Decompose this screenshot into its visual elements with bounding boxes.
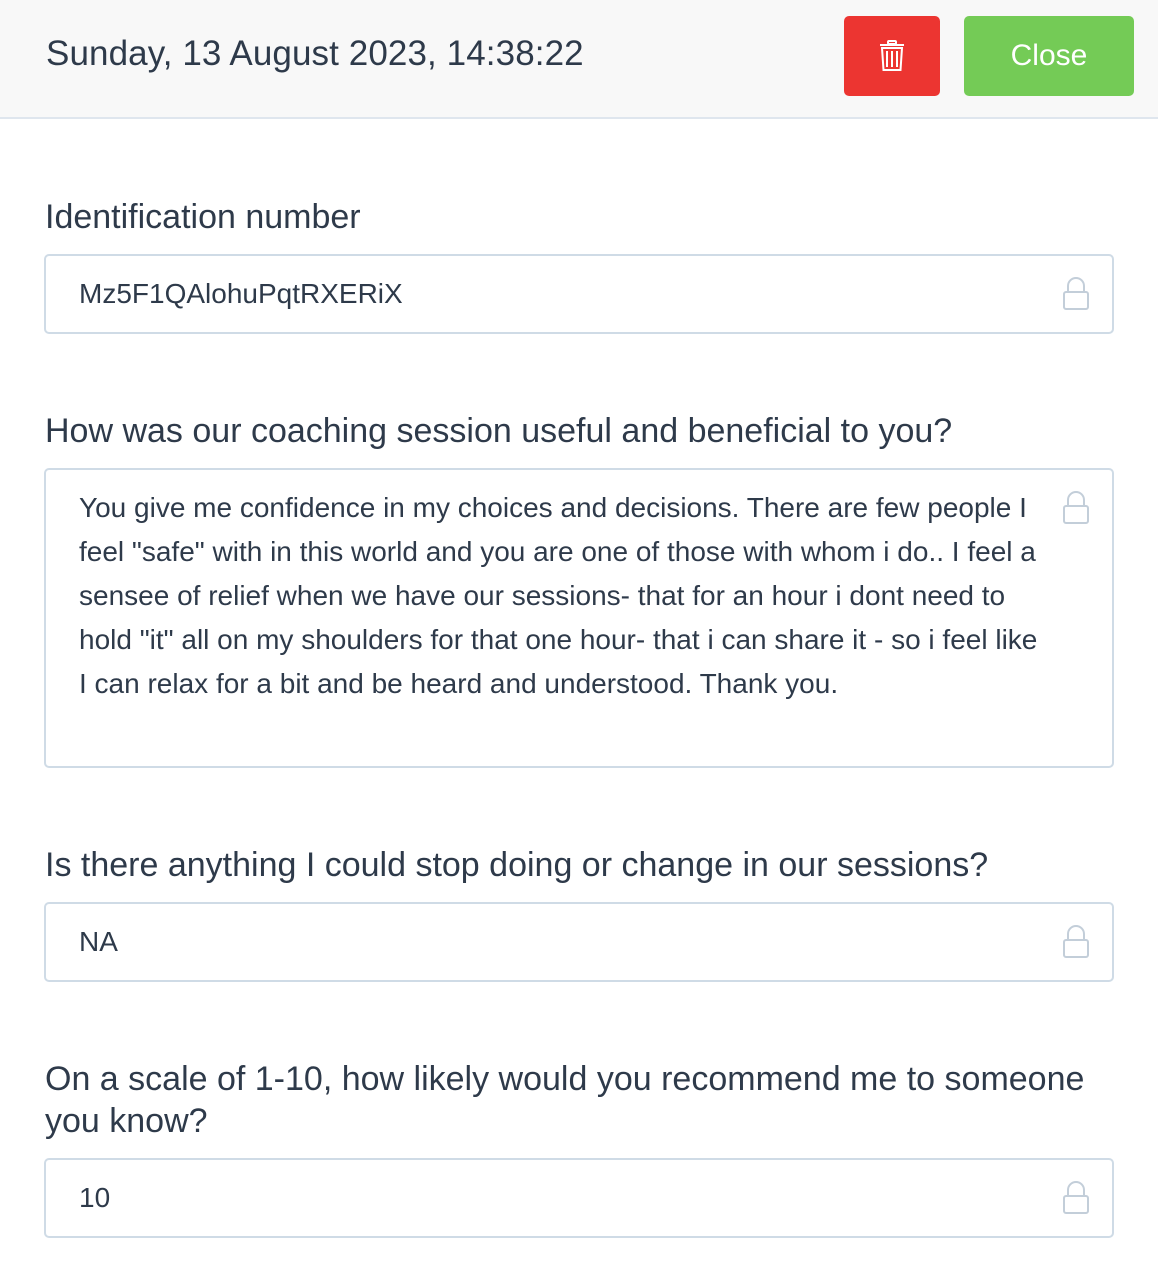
change-field[interactable]: NA — [44, 902, 1114, 982]
submission-timestamp: Sunday, 13 August 2023, 14:38:22 — [46, 34, 584, 73]
field-label-useful: How was our coaching session useful and … — [45, 412, 953, 450]
lock-icon — [1063, 277, 1089, 310]
field-value: 10 — [79, 1182, 111, 1213]
field-label-identification: Identification number — [45, 198, 361, 236]
delete-button[interactable] — [844, 16, 940, 96]
field-value: You give me confidence in my choices and… — [79, 492, 1038, 699]
field-label-change: Is there anything I could stop doing or … — [45, 846, 989, 884]
close-button[interactable]: Close — [964, 16, 1134, 96]
useful-field[interactable]: You give me confidence in my choices and… — [44, 468, 1114, 768]
recommend-field[interactable]: 10 — [44, 1158, 1114, 1238]
field-value: NA — [79, 926, 118, 957]
field-label-recommend: On a scale of 1-10, how likely would you… — [45, 1060, 1085, 1140]
trash-icon — [880, 40, 904, 71]
header-bar: Sunday, 13 August 2023, 14:38:22 Close — [0, 0, 1158, 119]
field-value: Mz5F1QAlohuPqtRXERiX — [79, 278, 403, 309]
lock-icon — [1063, 1181, 1089, 1214]
lock-icon — [1063, 491, 1089, 524]
identification-field[interactable]: Mz5F1QAlohuPqtRXERiX — [44, 254, 1114, 334]
lock-icon — [1063, 925, 1089, 958]
